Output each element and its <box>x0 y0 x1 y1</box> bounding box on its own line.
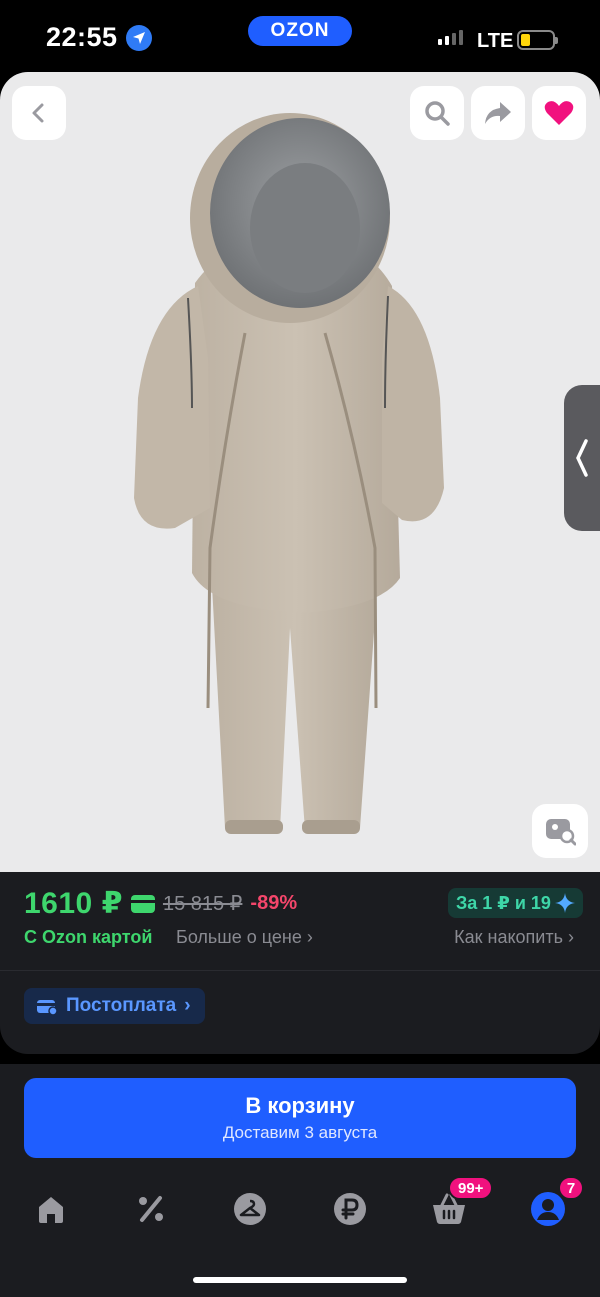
add-to-cart-button[interactable]: В корзину Доставим 3 августа <box>24 1078 576 1158</box>
points-badge-text: За 1 ₽ и 19 <box>456 892 551 913</box>
add-to-cart-label: В корзину <box>245 1093 355 1118</box>
product-image-gallery[interactable] <box>0 72 600 872</box>
wallet-icon <box>37 1000 58 1015</box>
product-image <box>134 113 444 834</box>
percent-icon <box>139 1196 163 1222</box>
search-icon <box>425 101 450 126</box>
tab-bar: 99+ 7 <box>0 1176 600 1244</box>
heart-icon <box>544 101 574 125</box>
status-time: 22:55 <box>46 22 152 53</box>
card-icon <box>130 894 155 913</box>
chevron-right-icon: › <box>184 995 191 1016</box>
points-badge[interactable]: За 1 ₽ и 19 <box>448 888 583 918</box>
location-icon <box>125 24 152 51</box>
image-search-icon <box>546 819 576 846</box>
chevron-right-icon: › <box>306 927 313 947</box>
search-button[interactable] <box>410 86 464 140</box>
share-button[interactable] <box>471 86 525 140</box>
tab-home[interactable] <box>26 1184 76 1234</box>
bottom-bar: В корзину Доставим 3 августа 99+ 7 <box>0 1064 600 1297</box>
ozon-card-price: 1610 ₽ <box>24 887 123 920</box>
more-about-price-link[interactable]: Больше о цене › <box>176 927 313 948</box>
chevron-right-icon: › <box>568 927 574 947</box>
tab-fashion[interactable] <box>225 1184 275 1234</box>
battery-icon <box>517 30 558 50</box>
back-icon <box>32 103 44 123</box>
home-icon <box>39 1197 63 1223</box>
divider <box>0 970 600 971</box>
how-to-collect-text: Как накопить <box>454 927 563 947</box>
old-price: 15 815 ₽ <box>162 893 243 915</box>
postpay-label: Постоплата <box>66 995 177 1016</box>
status-bar: 22:55 OZON LTE <box>0 0 600 72</box>
image-search-button[interactable] <box>532 804 588 858</box>
tab-sales[interactable] <box>126 1184 176 1234</box>
postpay-button[interactable]: Постоплата › <box>24 988 205 1024</box>
share-icon <box>485 102 511 124</box>
sparkle-icon <box>554 893 575 913</box>
cart-count-badge: 99+ <box>448 1176 494 1200</box>
ruble-icon <box>334 1193 366 1225</box>
signal-icon <box>438 30 463 45</box>
tab-finance[interactable] <box>325 1184 375 1234</box>
ozon-logo[interactable]: OZON <box>248 16 352 46</box>
ozon-card-label[interactable]: С Ozon картой <box>24 927 152 948</box>
more-about-price-text: Больше о цене <box>176 927 302 947</box>
price-panel: 1610 ₽ 15 815 ₽ -89% За 1 ₽ и 19 С Ozon … <box>0 872 600 1054</box>
home-indicator[interactable] <box>193 1277 407 1283</box>
time-text: 22:55 <box>46 22 118 52</box>
back-button[interactable] <box>12 86 66 140</box>
hanger-icon <box>234 1193 266 1225</box>
side-panel-handle[interactable] <box>564 385 600 531</box>
favorite-button[interactable] <box>532 86 586 140</box>
discount-badge: -89% <box>250 892 298 914</box>
profile-badge: 7 <box>558 1176 584 1200</box>
chevron-left-icon <box>576 439 588 477</box>
how-to-collect-link[interactable]: Как накопить › <box>454 927 574 948</box>
network-type: LTE <box>477 30 514 52</box>
price-row: 1610 ₽ 15 815 ₽ -89% <box>24 886 297 921</box>
delivery-date: Доставим 3 августа <box>222 1123 378 1142</box>
